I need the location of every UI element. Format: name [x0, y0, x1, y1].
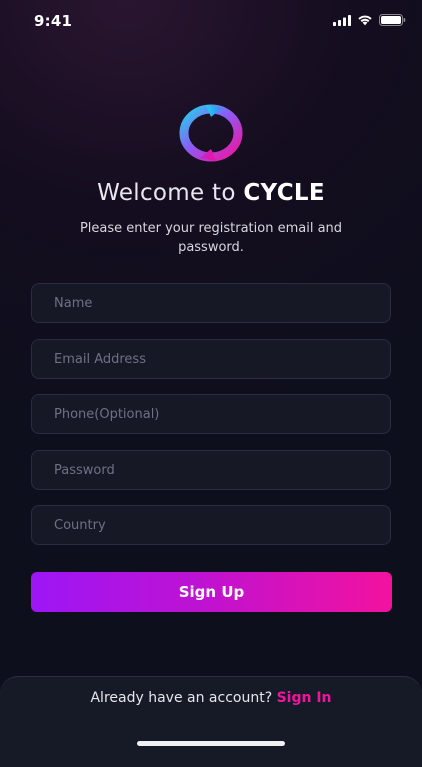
brand-name: CYCLE	[243, 180, 325, 206]
country-input[interactable]	[31, 505, 391, 545]
status-icons	[333, 14, 406, 26]
page-title: Welcome to CYCLE	[0, 180, 422, 206]
status-bar: 9:41	[0, 0, 422, 44]
battery-icon	[379, 14, 406, 26]
wifi-icon	[358, 15, 372, 26]
cellular-signal-icon	[333, 14, 351, 26]
sign-up-button[interactable]: Sign Up	[31, 572, 392, 612]
page-subtitle: Please enter your registration email and…	[79, 221, 343, 255]
account-prompt-text: Already have an account?	[90, 690, 277, 706]
password-input[interactable]	[31, 450, 391, 490]
account-prompt-row: Already have an account? Sign In	[0, 690, 422, 706]
title-prefix: Welcome to	[97, 180, 244, 206]
status-time: 9:41	[34, 12, 73, 30]
cycle-logo-icon	[179, 104, 243, 162]
phone-input[interactable]	[31, 394, 391, 434]
sign-in-link[interactable]: Sign In	[277, 690, 332, 706]
name-input[interactable]	[31, 283, 391, 323]
email-input[interactable]	[31, 339, 391, 379]
home-indicator[interactable]	[137, 741, 285, 746]
